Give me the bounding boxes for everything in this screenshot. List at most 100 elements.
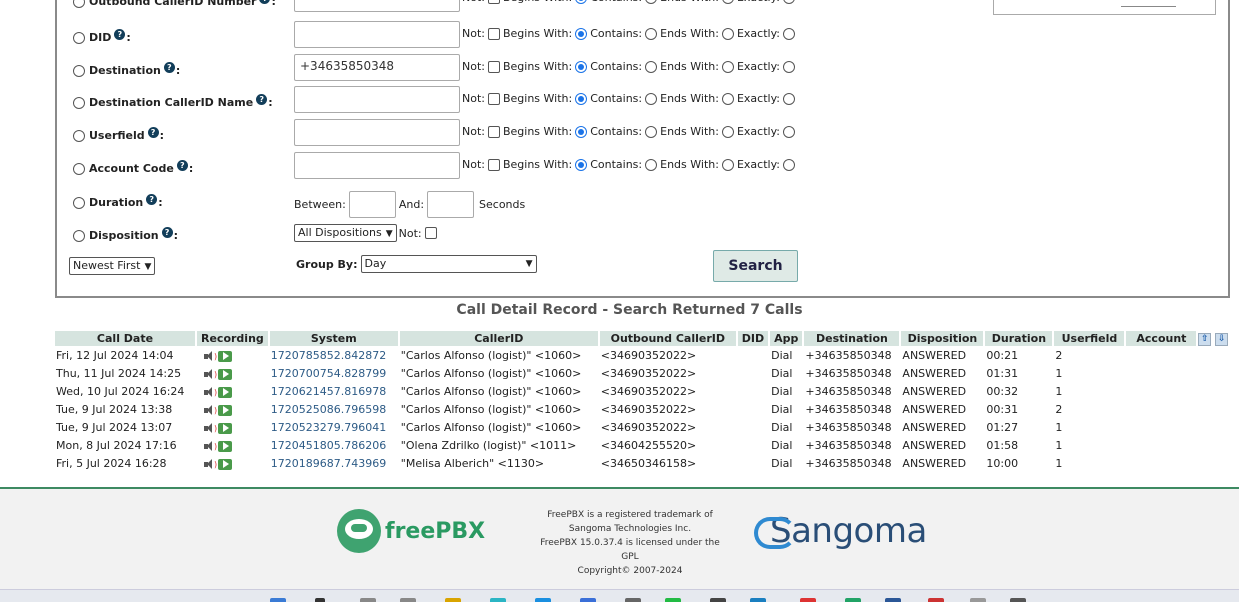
contains-radio[interactable] bbox=[575, 158, 588, 171]
column-header[interactable]: Recording bbox=[197, 331, 268, 346]
cell-system[interactable]: 1720621457.816978 bbox=[270, 383, 398, 400]
column-header[interactable]: CallerID bbox=[399, 331, 598, 346]
help-icon[interactable]: ? bbox=[146, 194, 158, 205]
edge-icon[interactable] bbox=[490, 598, 506, 602]
column-header[interactable]: DID bbox=[737, 331, 769, 346]
download-icon[interactable] bbox=[218, 458, 233, 470]
help-icon[interactable]: ? bbox=[161, 227, 173, 238]
exactly-radio-option[interactable] bbox=[783, 27, 795, 40]
store-icon[interactable] bbox=[535, 598, 551, 602]
download-icon[interactable] bbox=[218, 368, 233, 380]
ends-with-radio[interactable] bbox=[645, 125, 658, 138]
app-icon[interactable] bbox=[625, 598, 641, 602]
filter-radio[interactable] bbox=[73, 162, 85, 175]
cell-system[interactable]: 1720785852.842872 bbox=[270, 347, 398, 364]
exactly-radio[interactable] bbox=[721, 92, 734, 105]
column-header[interactable]: Duration bbox=[985, 331, 1053, 346]
app-icon[interactable] bbox=[665, 598, 681, 602]
app-icon[interactable] bbox=[928, 598, 944, 602]
app-icon[interactable] bbox=[1010, 598, 1026, 602]
windows-start-icon[interactable] bbox=[270, 598, 286, 602]
not-checkbox[interactable] bbox=[487, 158, 500, 171]
exactly-radio[interactable] bbox=[721, 60, 734, 73]
play-speaker-icon[interactable] bbox=[204, 423, 214, 433]
column-header[interactable]: System bbox=[269, 331, 398, 346]
terminal-icon[interactable] bbox=[710, 598, 726, 602]
duration-min-input[interactable] bbox=[348, 191, 396, 218]
filter-input[interactable] bbox=[294, 119, 460, 146]
filter-input[interactable] bbox=[294, 152, 460, 179]
cell-system[interactable]: 1720525086.796598 bbox=[270, 401, 398, 418]
ends-with-radio[interactable] bbox=[645, 92, 658, 105]
disposition-select[interactable]: All Dispositions ▼ bbox=[294, 224, 397, 242]
download-icon[interactable] bbox=[218, 350, 233, 362]
help-icon[interactable]: ? bbox=[147, 127, 159, 138]
ends-with-radio[interactable] bbox=[645, 158, 658, 171]
contains-radio[interactable] bbox=[575, 0, 588, 4]
help-icon[interactable]: ? bbox=[259, 0, 271, 4]
exactly-radio-option[interactable] bbox=[783, 158, 795, 171]
cell-system[interactable]: 1720189687.743969 bbox=[270, 455, 398, 472]
not-checkbox[interactable] bbox=[487, 125, 500, 138]
filter-radio[interactable] bbox=[73, 64, 85, 77]
chrome-icon[interactable] bbox=[800, 598, 816, 602]
explorer-icon[interactable] bbox=[445, 598, 461, 602]
play-speaker-icon[interactable] bbox=[204, 387, 214, 397]
not-checkbox[interactable] bbox=[487, 27, 500, 40]
search-icon[interactable] bbox=[315, 598, 325, 602]
help-icon[interactable]: ? bbox=[176, 160, 188, 171]
contains-radio[interactable] bbox=[575, 27, 588, 40]
contains-radio[interactable] bbox=[575, 92, 588, 105]
exactly-radio[interactable] bbox=[721, 0, 734, 4]
sangoma-logo[interactable]: Sangoma bbox=[754, 511, 927, 551]
arrow-down-icon[interactable]: ⇩ bbox=[1215, 333, 1229, 346]
column-header[interactable]: Destination bbox=[804, 331, 900, 346]
download-icon[interactable] bbox=[218, 422, 233, 434]
play-speaker-icon[interactable] bbox=[204, 441, 214, 451]
app-icon[interactable] bbox=[885, 598, 901, 602]
download-icon[interactable] bbox=[218, 404, 233, 416]
exactly-radio-option[interactable] bbox=[783, 92, 795, 105]
arrow-up-icon[interactable]: ⇧ bbox=[1198, 333, 1212, 346]
filter-radio[interactable] bbox=[73, 0, 85, 8]
search-button[interactable]: Search bbox=[713, 250, 798, 282]
taskview-icon[interactable] bbox=[360, 598, 376, 602]
filter-radio[interactable] bbox=[73, 129, 85, 142]
disposition-radio[interactable] bbox=[73, 229, 85, 242]
column-header[interactable]: Userfield bbox=[1054, 331, 1125, 346]
column-header[interactable]: Outbound CallerID bbox=[599, 331, 736, 346]
widgets-icon[interactable] bbox=[400, 598, 416, 602]
freepbx-logo[interactable]: freePBX bbox=[337, 509, 485, 553]
play-speaker-icon[interactable] bbox=[204, 351, 214, 361]
play-speaker-icon[interactable] bbox=[204, 459, 214, 469]
not-checkbox[interactable] bbox=[487, 0, 500, 4]
filter-radio[interactable] bbox=[73, 96, 85, 109]
ends-with-radio[interactable] bbox=[645, 27, 658, 40]
play-speaker-icon[interactable] bbox=[204, 405, 214, 415]
help-icon[interactable]: ? bbox=[114, 29, 126, 40]
download-icon[interactable] bbox=[218, 386, 233, 398]
app-icon[interactable] bbox=[970, 598, 986, 602]
column-header[interactable]: Disposition bbox=[901, 331, 984, 346]
exactly-radio-option[interactable] bbox=[783, 0, 795, 4]
group-by-select[interactable]: Day ▼ bbox=[360, 255, 537, 273]
sort-order-select[interactable]: Newest First ▼ bbox=[69, 257, 156, 275]
ends-with-radio[interactable] bbox=[645, 60, 658, 73]
cell-system[interactable]: 1720451805.786206 bbox=[270, 437, 398, 454]
contains-radio[interactable] bbox=[575, 125, 588, 138]
download-icon[interactable] bbox=[218, 440, 233, 452]
column-header[interactable]: App bbox=[770, 331, 803, 346]
column-header[interactable]: Call Date bbox=[55, 331, 195, 346]
duration-max-input[interactable] bbox=[427, 191, 475, 218]
duration-radio[interactable] bbox=[73, 196, 85, 209]
exactly-radio[interactable] bbox=[721, 125, 734, 138]
not-checkbox[interactable] bbox=[487, 60, 500, 73]
play-speaker-icon[interactable] bbox=[204, 369, 214, 379]
help-icon[interactable]: ? bbox=[163, 62, 175, 73]
filter-input[interactable] bbox=[294, 21, 460, 48]
exactly-radio-option[interactable] bbox=[783, 60, 795, 73]
filter-input[interactable] bbox=[294, 86, 460, 113]
cell-system[interactable]: 1720523279.796041 bbox=[270, 419, 398, 436]
not-checkbox[interactable] bbox=[487, 92, 500, 105]
help-icon[interactable]: ? bbox=[256, 94, 268, 105]
